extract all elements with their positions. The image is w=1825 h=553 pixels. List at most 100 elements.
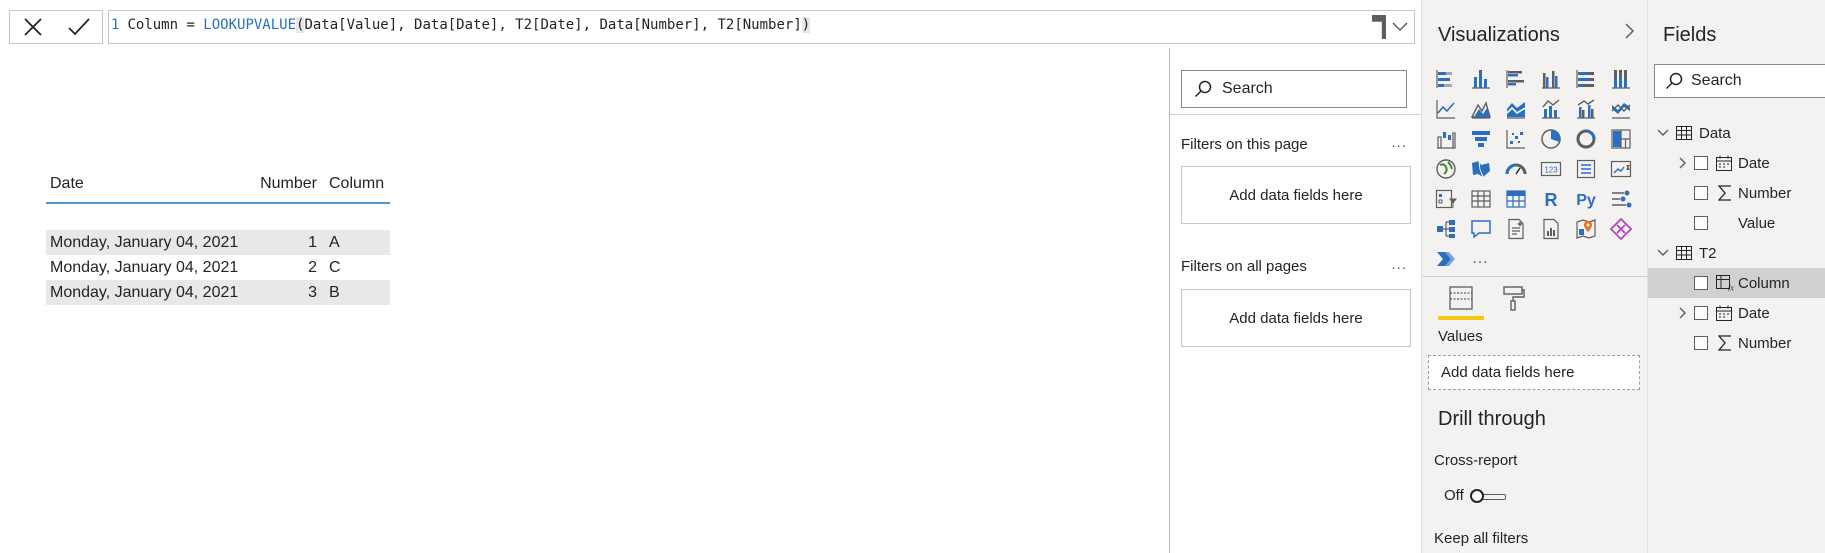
gauge-icon[interactable] <box>1498 154 1533 184</box>
fields-title: Fields <box>1663 24 1717 46</box>
power-apps-icon[interactable] <box>1603 214 1638 244</box>
field-name: Value <box>1738 214 1776 232</box>
line-and-clustered-column-chart-icon[interactable] <box>1568 94 1603 124</box>
column-header-date[interactable]: Date <box>46 175 251 193</box>
field-node-t2-number[interactable]: Number <box>1648 328 1825 358</box>
cross-report-label: Cross-report <box>1434 452 1518 469</box>
waterfall-chart-icon[interactable] <box>1428 124 1463 154</box>
paint-roller-icon <box>1503 286 1525 311</box>
table-node-t2[interactable]: T2 <box>1648 238 1825 268</box>
python-visual-icon[interactable]: Py <box>1568 184 1603 214</box>
pie-chart-icon[interactable] <box>1533 124 1568 154</box>
cell-column: B <box>329 283 340 301</box>
tab-fields[interactable] <box>1436 284 1486 320</box>
chevron-right-icon <box>1625 23 1635 39</box>
column-header-column[interactable]: Column <box>323 175 385 193</box>
map-icon[interactable] <box>1428 154 1463 184</box>
donut-chart-icon[interactable] <box>1568 124 1603 154</box>
table-header: Date Number Column <box>46 166 390 204</box>
filters-this-page-more-button[interactable]: ... <box>1391 134 1407 151</box>
qna-icon[interactable] <box>1463 214 1498 244</box>
cell-date: Monday, January 04, 2021 <box>50 233 239 251</box>
expand-chevron-icon[interactable] <box>1676 157 1690 169</box>
field-checkbox[interactable] <box>1694 156 1708 170</box>
table-node-data[interactable]: Data <box>1648 118 1825 148</box>
formula-end-controls <box>1372 15 1408 39</box>
field-checkbox[interactable] <box>1694 276 1708 290</box>
field-checkbox[interactable] <box>1694 216 1708 230</box>
filters-all-pages-drop-zone[interactable]: Add data fields here <box>1181 289 1411 347</box>
field-checkbox[interactable] <box>1694 306 1708 320</box>
formula-function: LOOKUPVALUE <box>203 17 297 33</box>
fields-search-input[interactable]: Search <box>1654 64 1825 98</box>
filters-search-placeholder: Search <box>1222 80 1273 97</box>
r-script-visual-icon[interactable]: R <box>1533 184 1568 214</box>
filters-this-page-drop-zone[interactable]: Add data fields here <box>1181 166 1411 224</box>
cell-column: A <box>329 233 340 251</box>
power-automate-icon[interactable] <box>1428 244 1463 274</box>
table-row[interactable]: Monday, January 04, 2021 3 B <box>46 280 390 305</box>
toggle-knob <box>1469 488 1484 503</box>
funnel-chart-icon[interactable] <box>1463 124 1498 154</box>
field-node-data-number[interactable]: Number <box>1648 178 1825 208</box>
chevron-down-icon[interactable] <box>1392 22 1408 32</box>
multi-row-card-icon[interactable] <box>1568 154 1603 184</box>
search-icon <box>1194 80 1212 98</box>
decomposition-tree-icon[interactable] <box>1428 214 1463 244</box>
smart-narrative-icon[interactable] <box>1498 214 1533 244</box>
matrix-icon[interactable] <box>1498 184 1533 214</box>
fields-tree: Data Date Number Value T2 fx Column Date… <box>1648 118 1825 358</box>
more-visuals-button[interactable]: ... <box>1463 244 1498 274</box>
commit-formula-button[interactable] <box>63 12 95 42</box>
ribbon-chart-icon[interactable] <box>1603 94 1638 124</box>
formula-input[interactable]: 1 Column = LOOKUPVALUE(Data[Value], Data[… <box>108 10 1415 44</box>
clustered-column-chart-icon[interactable] <box>1533 64 1568 94</box>
field-node-t2-column[interactable]: fx Column <box>1648 268 1825 298</box>
collapse-chevron-icon[interactable] <box>1656 129 1670 137</box>
collapse-visualizations-button[interactable] <box>1625 22 1635 45</box>
cross-report-toggle[interactable]: Off <box>1444 487 1506 504</box>
collapse-chevron-icon[interactable] <box>1656 249 1670 257</box>
calendar-icon <box>1716 155 1732 171</box>
toggle-switch[interactable] <box>1469 488 1506 503</box>
values-drop-zone[interactable]: Add data fields here <box>1428 355 1640 390</box>
fields-pane: Fields Search Data Date Number Value T2 … <box>1647 0 1825 553</box>
cell-number: 3 <box>308 283 317 301</box>
expand-chevron-icon[interactable] <box>1676 307 1690 319</box>
100-stacked-column-chart-icon[interactable] <box>1603 64 1638 94</box>
kpi-icon[interactable] <box>1603 154 1638 184</box>
treemap-icon[interactable] <box>1603 124 1638 154</box>
field-checkbox[interactable] <box>1694 186 1708 200</box>
column-header-number[interactable]: Number <box>251 175 323 193</box>
field-node-t2-date[interactable]: Date <box>1648 298 1825 328</box>
filled-map-icon[interactable] <box>1463 154 1498 184</box>
keep-all-filters-label: Keep all filters <box>1434 530 1529 547</box>
card-icon[interactable]: 123 <box>1533 154 1568 184</box>
field-node-data-date[interactable]: Date <box>1648 148 1825 178</box>
paginated-report-icon[interactable] <box>1533 214 1568 244</box>
azure-map-icon[interactable] <box>1568 214 1603 244</box>
field-node-data-value[interactable]: Value <box>1648 208 1825 238</box>
table-row[interactable]: Monday, January 04, 2021 2 C <box>46 255 390 280</box>
table-icon[interactable] <box>1463 184 1498 214</box>
clustered-bar-chart-icon[interactable] <box>1498 64 1533 94</box>
field-name: Column <box>1738 274 1790 292</box>
cancel-formula-button[interactable] <box>17 12 49 42</box>
area-chart-icon[interactable] <box>1463 94 1498 124</box>
stacked-area-chart-icon[interactable] <box>1498 94 1533 124</box>
stacked-column-chart-icon[interactable] <box>1463 64 1498 94</box>
slicer-icon[interactable] <box>1428 184 1463 214</box>
line-chart-icon[interactable] <box>1428 94 1463 124</box>
table-visual[interactable]: Date Number Column Monday, January 04, 2… <box>46 166 390 305</box>
filters-all-pages-more-button[interactable]: ... <box>1391 256 1407 273</box>
stacked-bar-chart-icon[interactable] <box>1428 64 1463 94</box>
filters-search-input[interactable]: Search <box>1181 70 1407 108</box>
100-stacked-bar-chart-icon[interactable] <box>1568 64 1603 94</box>
table-row[interactable]: Monday, January 04, 2021 1 A <box>46 230 390 255</box>
field-checkbox[interactable] <box>1694 336 1708 350</box>
filters-on-all-pages-title: Filters on all pages <box>1181 258 1307 275</box>
line-and-stacked-column-chart-icon[interactable] <box>1533 94 1568 124</box>
key-influencers-icon[interactable] <box>1603 184 1638 214</box>
tab-format[interactable] <box>1488 284 1538 320</box>
scatter-chart-icon[interactable] <box>1498 124 1533 154</box>
